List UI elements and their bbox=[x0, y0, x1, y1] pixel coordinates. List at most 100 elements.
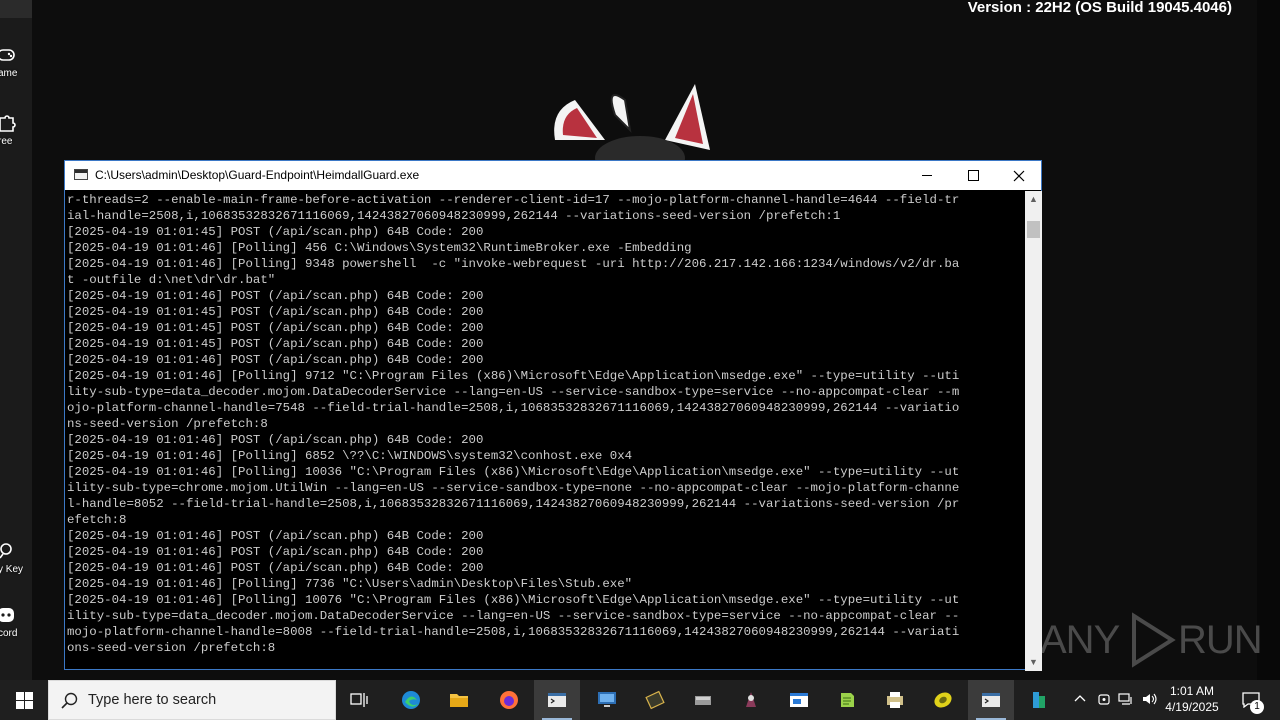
console-line: l-handle=8052 --field-trial-handle=2508,… bbox=[67, 497, 960, 511]
key-icon bbox=[0, 543, 12, 559]
console-icon bbox=[548, 693, 566, 707]
edge-icon bbox=[402, 691, 420, 709]
console-line: t -outfile d:\net\dr\dr.bat" bbox=[67, 273, 276, 287]
notification-count-badge: 1 bbox=[1250, 700, 1264, 714]
security-icon[interactable] bbox=[1096, 692, 1112, 708]
volume-icon[interactable] bbox=[1142, 692, 1158, 708]
taskbar-app-heimdall-console[interactable] bbox=[968, 680, 1014, 720]
taskbar-app-window-app[interactable] bbox=[776, 680, 822, 720]
console-line: [2025-04-19 01:01:46] POST (/api/scan.ph… bbox=[67, 353, 484, 367]
excel-icon bbox=[1033, 692, 1045, 708]
desktop-icon-label: cord bbox=[0, 628, 18, 639]
console-line: [2025-04-19 01:01:46] POST (/api/scan.ph… bbox=[67, 529, 484, 543]
console-line: mojo-platform-channel-handle=8008 --fiel… bbox=[67, 625, 960, 639]
taskbar-app-notepad-app[interactable] bbox=[824, 680, 870, 720]
close-icon bbox=[1013, 170, 1025, 182]
taskbar-app-firefox[interactable] bbox=[486, 680, 532, 720]
desktop-icon-free[interactable]: ree bbox=[0, 112, 32, 147]
console-line: ns-seed-version /prefetch:8 bbox=[67, 417, 268, 431]
console-line: ility-sub-type=chrome.mojom.UtilWin --la… bbox=[67, 481, 960, 495]
console-window[interactable]: C:\Users\admin\Desktop\Guard-Endpoint\He… bbox=[64, 160, 1042, 671]
console-app-icon bbox=[74, 169, 88, 180]
puzzle-icon bbox=[0, 115, 16, 132]
console-line: [2025-04-19 01:01:46] POST (/api/scan.ph… bbox=[67, 433, 484, 447]
desktop-icon-game[interactable]: ame bbox=[0, 44, 32, 79]
discord-icon bbox=[0, 608, 14, 622]
console-output[interactable]: r-threads=2 --enable-main-frame-before-a… bbox=[67, 192, 1025, 669]
minimize-button[interactable] bbox=[904, 161, 950, 190]
desktop-icon-discord[interactable]: cord bbox=[0, 604, 32, 639]
console-line: [2025-04-19 01:01:46] [Polling] 9712 "C:… bbox=[67, 369, 960, 383]
console-line: r-threads=2 --enable-main-frame-before-a… bbox=[67, 193, 960, 207]
window-titlebar[interactable]: C:\Users\admin\Desktop\Guard-Endpoint\He… bbox=[65, 161, 1041, 190]
desktop-icon-label: ame bbox=[0, 68, 18, 79]
taskbar-clock[interactable]: 1:01 AM 4/19/2025 bbox=[1160, 683, 1224, 715]
desktop-strip-top bbox=[0, 0, 32, 18]
clock-date: 4/19/2025 bbox=[1165, 700, 1219, 714]
console-line: [2025-04-19 01:01:46] [Polling] 6852 \??… bbox=[67, 449, 633, 463]
desktop-icon-column bbox=[0, 0, 32, 680]
taskbar-app-disc-app[interactable] bbox=[920, 680, 966, 720]
taskbar-app-chip-tool[interactable] bbox=[632, 680, 678, 720]
taskbar-app-drive[interactable] bbox=[680, 680, 726, 720]
taskbar-app-edge[interactable] bbox=[388, 680, 434, 720]
taskbar-app-task-view[interactable] bbox=[336, 680, 382, 720]
firefox-icon bbox=[500, 691, 518, 709]
monitor-icon bbox=[598, 692, 616, 707]
notepad-icon bbox=[841, 693, 854, 707]
search-placeholder: Type here to search bbox=[88, 692, 217, 708]
console-line: [2025-04-19 01:01:46] [Polling] 9348 pow… bbox=[67, 257, 960, 271]
scrollbar-thumb[interactable] bbox=[1027, 221, 1040, 238]
console-line: [2025-04-19 01:01:45] POST (/api/scan.ph… bbox=[67, 321, 484, 335]
printer-icon bbox=[887, 692, 903, 708]
drive-icon bbox=[695, 696, 711, 705]
clock-time: 1:01 AM bbox=[1169, 684, 1215, 698]
vertical-scrollbar[interactable]: ▲ ▼ bbox=[1025, 191, 1042, 671]
start-button[interactable] bbox=[0, 680, 48, 720]
console-line: [2025-04-19 01:01:46] [Polling] 10036 "C… bbox=[67, 465, 960, 479]
scroll-down-arrow-icon[interactable]: ▼ bbox=[1025, 654, 1042, 671]
console-line: [2025-04-19 01:01:45] POST (/api/scan.ph… bbox=[67, 225, 484, 239]
notification-center-button[interactable]: 1 bbox=[1232, 680, 1272, 720]
console-line: lity-sub-type=data_decoder.mojom.DataDec… bbox=[67, 385, 960, 399]
app-icon bbox=[746, 692, 756, 707]
taskbar-app-printer-app[interactable] bbox=[872, 680, 918, 720]
search-icon bbox=[61, 692, 78, 709]
wallpaper-mascot bbox=[554, 84, 710, 160]
watermark-left: ANY bbox=[1040, 618, 1120, 662]
chevron-up-icon[interactable] bbox=[1072, 692, 1088, 708]
taskbar-search-box[interactable]: Type here to search bbox=[48, 680, 336, 720]
console-line: ons-seed-version /prefetch:8 bbox=[67, 641, 276, 655]
console-line: [2025-04-19 01:01:46] [Polling] 10076 "C… bbox=[67, 593, 960, 607]
console-line: ial-handle=2508,i,10683532832671116069,1… bbox=[67, 209, 841, 223]
desktop-icon-label: ree bbox=[0, 136, 13, 147]
taskbar-app-remote-desktop[interactable] bbox=[584, 680, 630, 720]
chip-icon bbox=[645, 690, 665, 710]
network-icon[interactable] bbox=[1118, 692, 1134, 708]
desktop-icon-label: y Key bbox=[0, 564, 24, 575]
maximize-button[interactable] bbox=[950, 161, 996, 190]
console-line: ility-sub-type=data_decoder.mojom.DataDe… bbox=[67, 609, 960, 623]
anyrun-watermark: ANY RUN bbox=[1040, 608, 1263, 672]
desktop-icon-key[interactable]: y Key bbox=[0, 540, 32, 575]
console-line: [2025-04-19 01:01:46] [Polling] 456 C:\W… bbox=[67, 241, 692, 255]
window-title: C:\Users\admin\Desktop\Guard-Endpoint\He… bbox=[95, 168, 420, 182]
taskbar-app-tool-app[interactable] bbox=[728, 680, 774, 720]
console-line: [2025-04-19 01:01:45] POST (/api/scan.ph… bbox=[67, 305, 484, 319]
console-line: [2025-04-19 01:01:46] POST (/api/scan.ph… bbox=[67, 289, 484, 303]
console-line: [2025-04-19 01:01:46] POST (/api/scan.ph… bbox=[67, 561, 484, 575]
window-icon bbox=[790, 693, 808, 707]
console-line: [2025-04-19 01:01:45] POST (/api/scan.ph… bbox=[67, 337, 484, 351]
console-line: [2025-04-19 01:01:46] POST (/api/scan.ph… bbox=[67, 545, 484, 559]
close-button[interactable] bbox=[996, 161, 1042, 190]
gamepad-icon bbox=[0, 49, 15, 61]
watermark-right: RUN bbox=[1178, 618, 1263, 662]
os-version-text: Version : 22H2 (OS Build 19045.4046) bbox=[967, 0, 1232, 16]
taskbar-app-excel-app[interactable] bbox=[1016, 680, 1062, 720]
desktop-edge bbox=[1257, 0, 1280, 680]
taskbar-app-file-explorer[interactable] bbox=[436, 680, 482, 720]
play-logo-icon bbox=[1132, 612, 1176, 668]
taskbar-app-console[interactable] bbox=[534, 680, 580, 720]
console-line: efetch:8 bbox=[67, 513, 127, 527]
scroll-up-arrow-icon[interactable]: ▲ bbox=[1025, 191, 1042, 208]
